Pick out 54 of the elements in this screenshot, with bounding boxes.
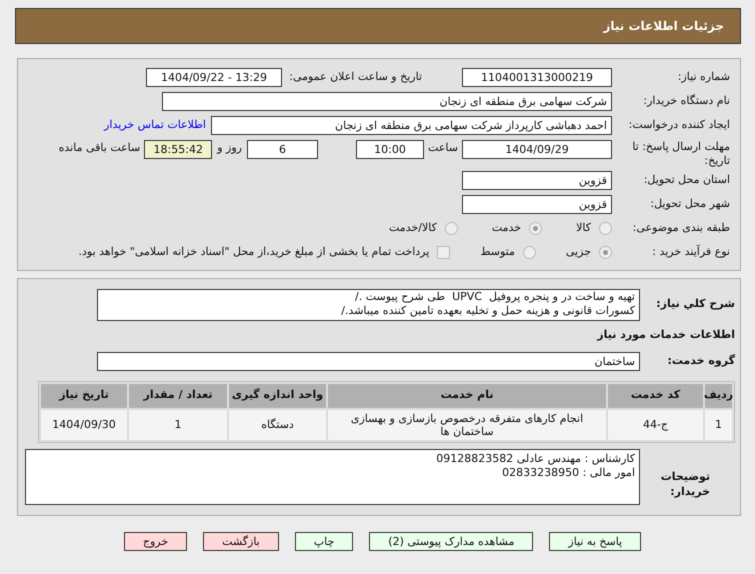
- action-button[interactable]: پاسخ به نیاز: [549, 532, 642, 550]
- column-header: واحد اندازه گیری: [229, 384, 326, 408]
- input-field[interactable]: قزوین: [462, 171, 612, 190]
- input-field[interactable]: 18:55:42: [144, 140, 212, 159]
- notes-box[interactable]: کارشناس : مهندس عادلی 09128823582 امور مالی : 02833238950: [25, 448, 640, 504]
- payment-note: پرداخت تمام یا بخشی از مبلغ خرید،از محل "اسناد خزانه اسلامی" خواهد بود.: [78, 244, 430, 260]
- field-label: طبقه بندی موضوعی:: [632, 220, 730, 236]
- radio-label: متوسط: [480, 244, 515, 260]
- field-label: استان محل تحویل:: [642, 172, 730, 188]
- action-button[interactable]: بازگشت: [203, 532, 279, 550]
- column-header: ردیف: [705, 384, 732, 408]
- table-cell: 1404/09/30: [41, 410, 127, 440]
- field-label: شرح کلي نياز:: [655, 296, 735, 312]
- contact-link[interactable]: اطلاعات تماس خریدار: [104, 117, 206, 134]
- column-header: تعداد / مقدار: [129, 384, 227, 408]
- action-button[interactable]: مشاهده مدارک پیوستی (2): [369, 532, 534, 550]
- table-cell: 1: [705, 410, 732, 440]
- time-label: ساعت: [427, 140, 459, 156]
- action-button[interactable]: چاپ: [294, 532, 354, 550]
- table-cell: ج-44: [608, 410, 703, 440]
- input-field[interactable]: 1404/09/29: [462, 140, 612, 159]
- column-header: نام خدمت: [328, 384, 606, 408]
- field-label: شماره نیاز:: [676, 69, 730, 86]
- field-label: گروه خدمت:: [666, 352, 735, 369]
- radio-label: خدمت: [492, 220, 522, 236]
- input-field[interactable]: قزوین: [462, 195, 612, 214]
- input-field[interactable]: احمد دهباشی کارپرداز شرکت سهامی برق منطقه ای زنجان: [211, 116, 612, 135]
- input-field[interactable]: شرکت سهامی برق منطقه ای زنجان: [162, 92, 612, 111]
- field-label: نام دستگاه خریدار:: [642, 93, 730, 110]
- table-cell: انجام کارهای متفرقه درخصوص بازسازی و بهسازی ساختمان ها: [328, 410, 606, 440]
- radio-label: کالا/خدمت: [389, 220, 437, 236]
- description-box[interactable]: تهیه و ساخت در و پنجره پروفیل UPVC طی شرح پیوست ./ کسورات قانونی و هزینه حمل و تخلیه بعهده تامین کننده میباشد./: [97, 289, 640, 321]
- input-field[interactable]: 6: [247, 140, 318, 159]
- field-label: نوع فرآیند خرید :: [651, 244, 730, 260]
- table-cell: دستگاه: [229, 410, 326, 440]
- field-label: تاریخ و ساعت اعلان عمومی:: [288, 69, 422, 86]
- input-field[interactable]: ساختمان: [97, 352, 640, 370]
- column-header: تاریخ نیاز: [41, 384, 127, 408]
- input-field[interactable]: 1404/09/22 - 13:29: [146, 68, 282, 87]
- field-label: ایجاد کننده درخواست:: [628, 117, 730, 134]
- field-label: توضیحات خریدار:: [660, 468, 710, 498]
- field-label: مهلت ارسال پاسخ: تا تاریخ:: [631, 140, 730, 168]
- radio-label: کالا: [576, 220, 591, 236]
- remaining-label: ساعت باقی مانده: [58, 140, 142, 156]
- days-label: روز و: [216, 140, 243, 156]
- input-field[interactable]: 10:00: [356, 140, 424, 159]
- page-title: جزئیات اطلاعات نیاز: [603, 18, 724, 35]
- input-field[interactable]: 1104001313000219: [462, 68, 612, 87]
- table-cell: 1: [129, 410, 227, 440]
- field-label: شهر محل تحویل:: [649, 196, 730, 212]
- section-heading: اطلاعات خدمات مورد نیاز: [597, 327, 735, 343]
- radio-label: جزیی: [566, 244, 591, 260]
- column-header: کد خدمت: [608, 384, 703, 408]
- action-button[interactable]: خروج: [124, 532, 188, 550]
